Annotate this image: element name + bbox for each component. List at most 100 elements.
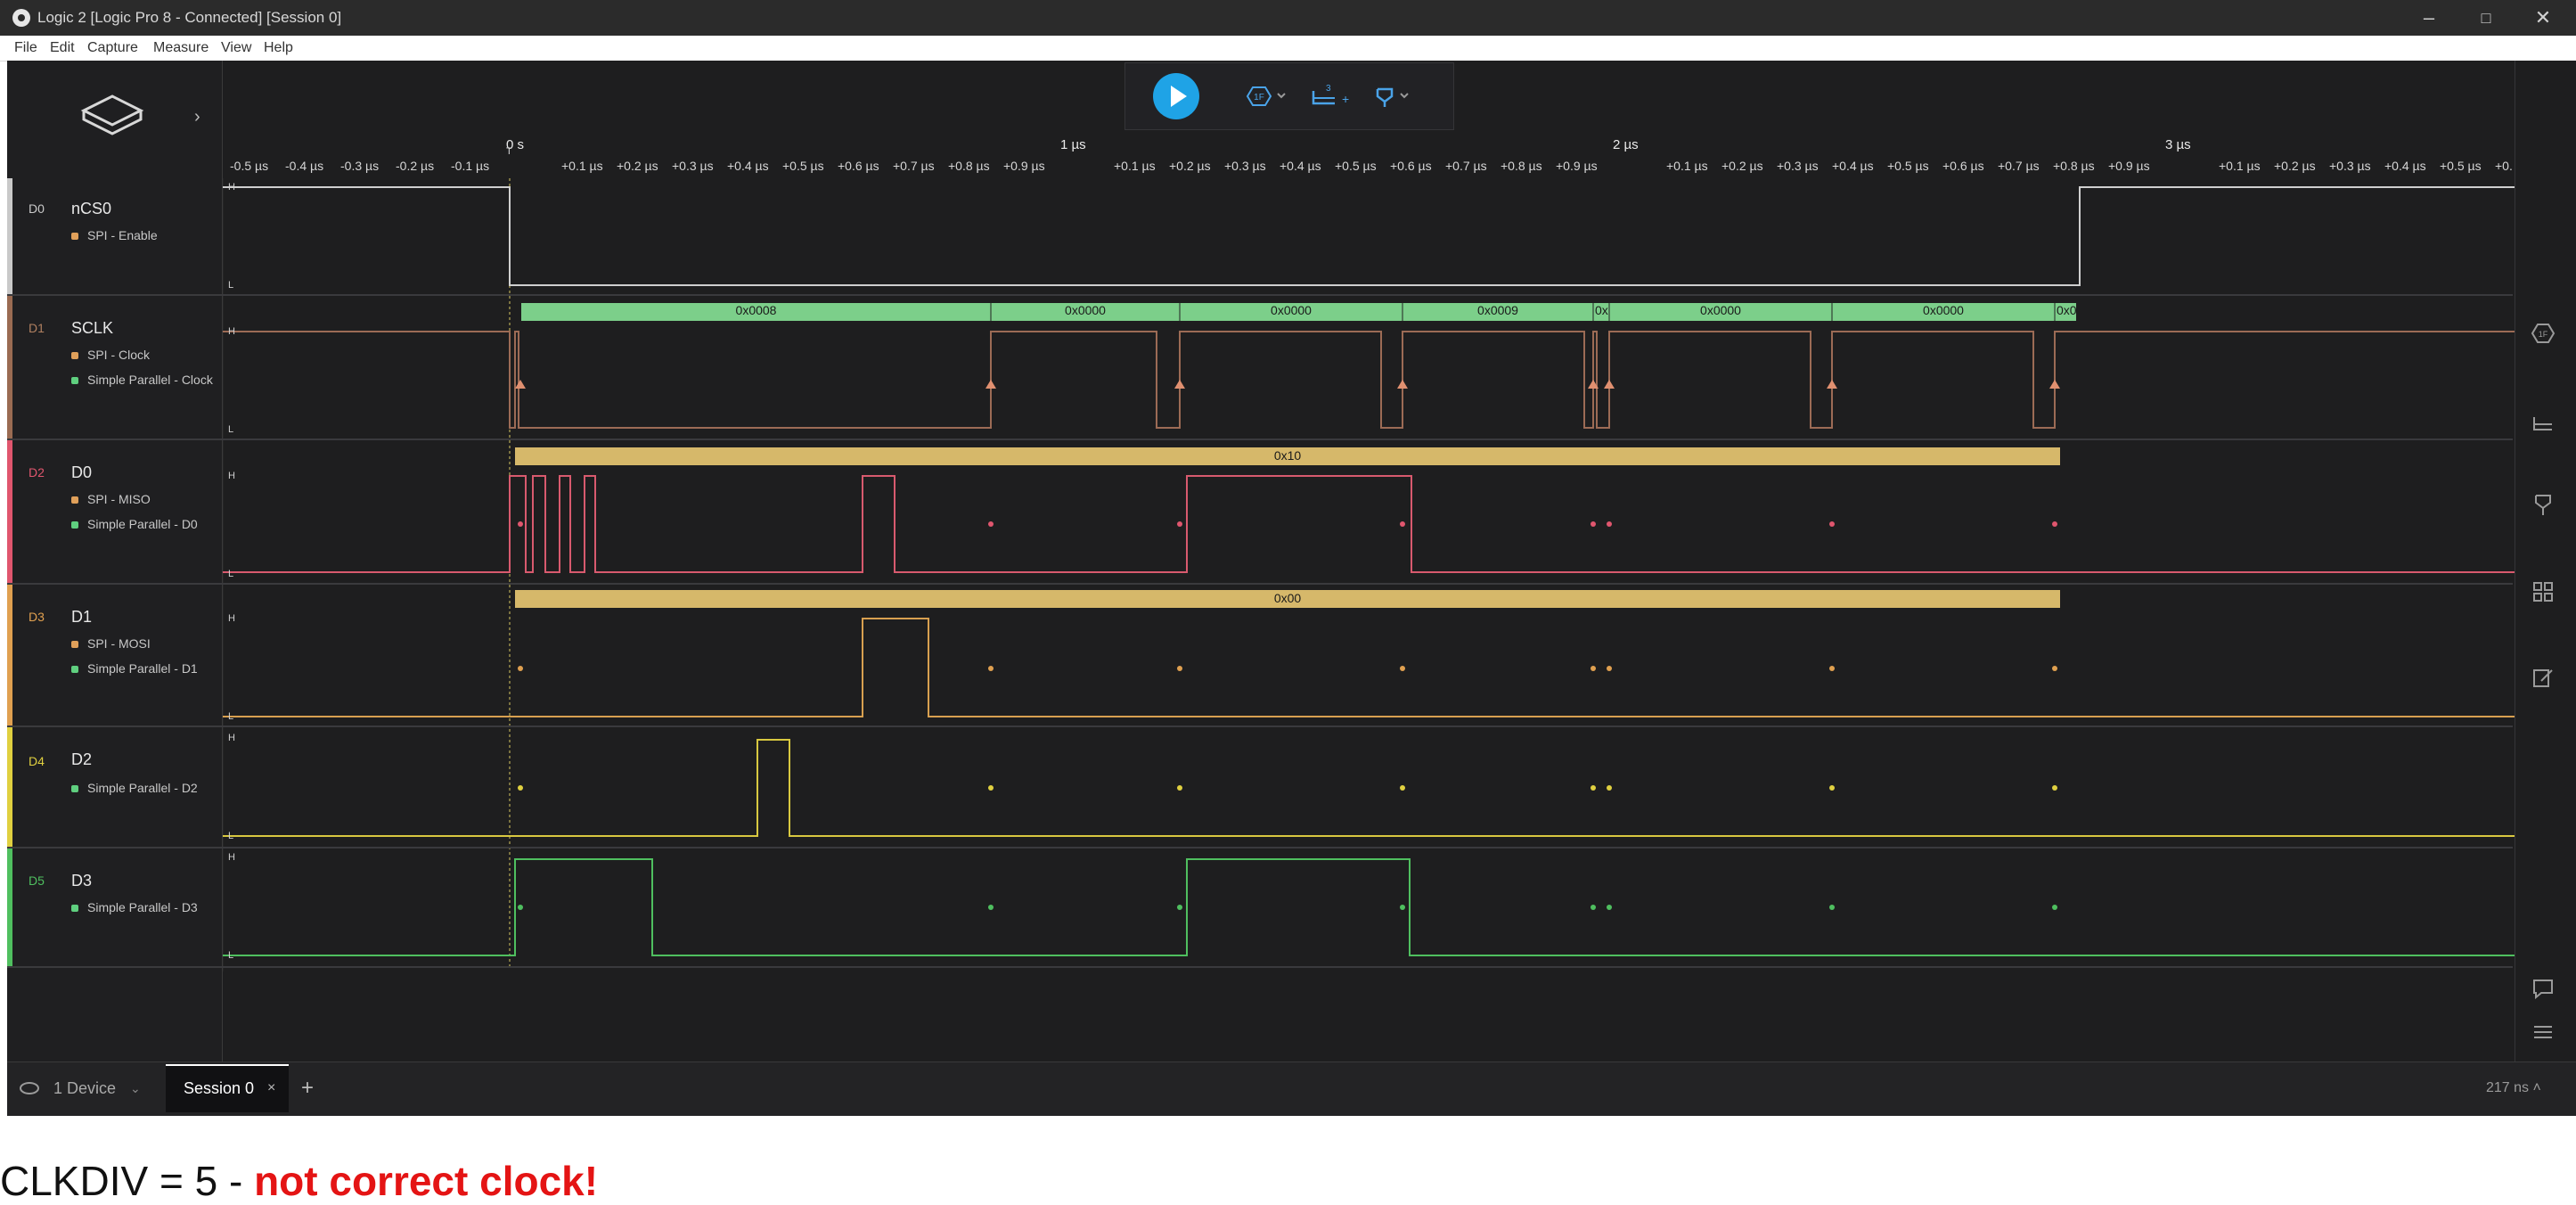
analyzer-dot: [71, 377, 78, 385]
analyzer-dot: [71, 521, 78, 529]
analyzer-label[interactable]: Simple Parallel - D2: [71, 781, 198, 795]
ruler-tick-pos: +0.7 µs: [1998, 159, 2040, 173]
analyzer-label[interactable]: Simple Parallel - D3: [71, 900, 198, 914]
menu-capture[interactable]: Capture: [87, 36, 138, 61]
analyzer-name: Simple Parallel - D3: [87, 900, 198, 914]
ruler-label-1us: 1 µs: [1060, 137, 1086, 152]
level-high: H: [228, 471, 235, 481]
level-low: L: [228, 569, 234, 579]
level-high: H: [228, 326, 235, 337]
spi-mosi-decode[interactable]: 0x00: [515, 591, 2060, 605]
parallel-decode-3[interactable]: 0x0009: [1402, 303, 1593, 317]
row-divider: [7, 847, 2513, 848]
row-divider: [7, 439, 2513, 440]
menu-view[interactable]: View: [221, 36, 251, 61]
zoom-value: 217 ns: [2486, 1080, 2530, 1095]
ruler-tick-pos: +0.4 µs: [1832, 159, 1874, 173]
parallel-decode-2[interactable]: 0x0000: [1180, 303, 1402, 317]
ruler-tick-pos: +0.1 µs: [1666, 159, 1708, 173]
level-low: L: [228, 831, 234, 841]
channel-index: D2: [29, 465, 45, 480]
minimize-button[interactable]: –: [2400, 0, 2457, 36]
channel-index: D3: [29, 610, 45, 624]
analyzer-label[interactable]: SPI - Enable: [71, 228, 158, 242]
chevron-down-icon[interactable]: ⌄: [130, 1066, 141, 1111]
parallel-decode-7[interactable]: 0x0: [2057, 303, 2076, 317]
window-title: Logic 2 [Logic Pro 8 - Connected] [Sessi…: [37, 9, 342, 26]
channel-index: D1: [29, 321, 45, 335]
channel-name[interactable]: SCLK: [71, 319, 113, 338]
menu-edit[interactable]: Edit: [50, 36, 75, 61]
channel-name[interactable]: D1: [71, 608, 92, 627]
ruler-tick-pos: +0.5 µs: [782, 159, 824, 173]
channel-index: D5: [29, 873, 45, 888]
ruler-tick-pos: +0.6 µs: [838, 159, 879, 173]
analyzer-label[interactable]: SPI - MISO: [71, 492, 151, 506]
svg-text:3: 3: [1326, 84, 1331, 94]
measure-button[interactable]: 3 +: [1304, 80, 1358, 112]
menu-measure[interactable]: Measure: [153, 36, 209, 61]
close-tab-icon[interactable]: ×: [267, 1066, 275, 1111]
extensions-panel-icon[interactable]: [2531, 579, 2556, 604]
maximize-button[interactable]: □: [2457, 0, 2515, 36]
level-high: H: [228, 613, 235, 624]
measurements-panel-icon[interactable]: [2531, 408, 2556, 433]
trigger-marker[interactable]: T: [506, 146, 512, 157]
add-tab-button[interactable]: +: [301, 1066, 314, 1111]
menu-icon[interactable]: [2531, 1020, 2556, 1045]
ruler-tick-pos: +0.8 µs: [2053, 159, 2095, 173]
analyzer-label[interactable]: SPI - MOSI: [71, 636, 151, 651]
analyzer-name: SPI - MISO: [87, 492, 151, 506]
trigger-panel-icon[interactable]: [2531, 492, 2556, 517]
expand-panel-chevron-icon[interactable]: ›: [194, 107, 200, 127]
chat-icon[interactable]: [2531, 975, 2556, 1000]
analyzer-label[interactable]: SPI - Clock: [71, 348, 150, 362]
ruler-tick-pos: +0.2 µs: [617, 159, 658, 173]
ruler-tick-pos: +0.2 µs: [1169, 159, 1211, 173]
ruler-tick-pos: +0.2 µs: [1721, 159, 1763, 173]
ruler-tick-pos: +0.1 µs: [1114, 159, 1156, 173]
notes-panel-icon[interactable]: [2531, 665, 2556, 690]
channel-name[interactable]: D2: [71, 750, 92, 769]
level-high: H: [228, 852, 235, 863]
analyzers-panel-icon[interactable]: 1F: [2531, 321, 2556, 346]
level-high: H: [228, 733, 235, 743]
ruler-tick-pos: +0.3 µs: [1777, 159, 1819, 173]
analyzer-dot: [71, 641, 78, 649]
zoom-readout[interactable]: 217 ns ˄: [2486, 1066, 2541, 1111]
device-logo-icon: [80, 94, 144, 135]
caption: CLKDIV = 5 - not correct clock!: [0, 1157, 598, 1205]
close-button[interactable]: ✕: [2515, 0, 2572, 36]
start-capture-button[interactable]: [1153, 73, 1199, 119]
analyzer-label[interactable]: Simple Parallel - D1: [71, 661, 198, 676]
trigger-button[interactable]: [1367, 80, 1420, 112]
ruler-tick-pos: +0.8 µs: [1501, 159, 1542, 173]
bottom-tab-bar: [7, 1062, 2576, 1116]
parallel-decode-5[interactable]: 0x0000: [1609, 303, 1832, 317]
svg-text:+: +: [1342, 92, 1349, 106]
svg-text:1F: 1F: [2539, 330, 2548, 339]
parallel-decode-0[interactable]: 0x0008: [521, 303, 991, 317]
ruler-tick-pos: +0.4 µs: [2384, 159, 2426, 173]
waveform-area[interactable]: [223, 178, 2515, 971]
ruler-tick-neg-1: -0.1 µs: [451, 159, 490, 173]
channel-name[interactable]: D3: [71, 872, 92, 890]
level-low: L: [228, 424, 234, 435]
channel-name[interactable]: D0: [71, 463, 92, 482]
channel-name[interactable]: nCS0: [71, 200, 111, 218]
menu-file[interactable]: File: [14, 36, 37, 61]
row-divider: [7, 294, 2513, 296]
session-tab-label[interactable]: Session 0: [184, 1066, 254, 1111]
parallel-decode-6[interactable]: 0x0000: [1832, 303, 2055, 317]
analyzer-name: Simple Parallel - D1: [87, 661, 198, 676]
device-tab[interactable]: 1 Device: [53, 1066, 116, 1111]
analyzer-dot: [71, 785, 78, 793]
spi-miso-decode[interactable]: 0x10: [515, 448, 2060, 463]
analyzer-label[interactable]: Simple Parallel - D0: [71, 517, 198, 531]
analyzer-label[interactable]: Simple Parallel - Clock: [71, 373, 213, 387]
analyzer-button[interactable]: 1F: [1242, 80, 1296, 112]
menu-help[interactable]: Help: [264, 36, 293, 61]
ruler-tick-pos: +0.7 µs: [1445, 159, 1487, 173]
caption-prefix: CLKDIV = 5 -: [0, 1158, 255, 1204]
parallel-decode-1[interactable]: 0x0000: [991, 303, 1180, 317]
